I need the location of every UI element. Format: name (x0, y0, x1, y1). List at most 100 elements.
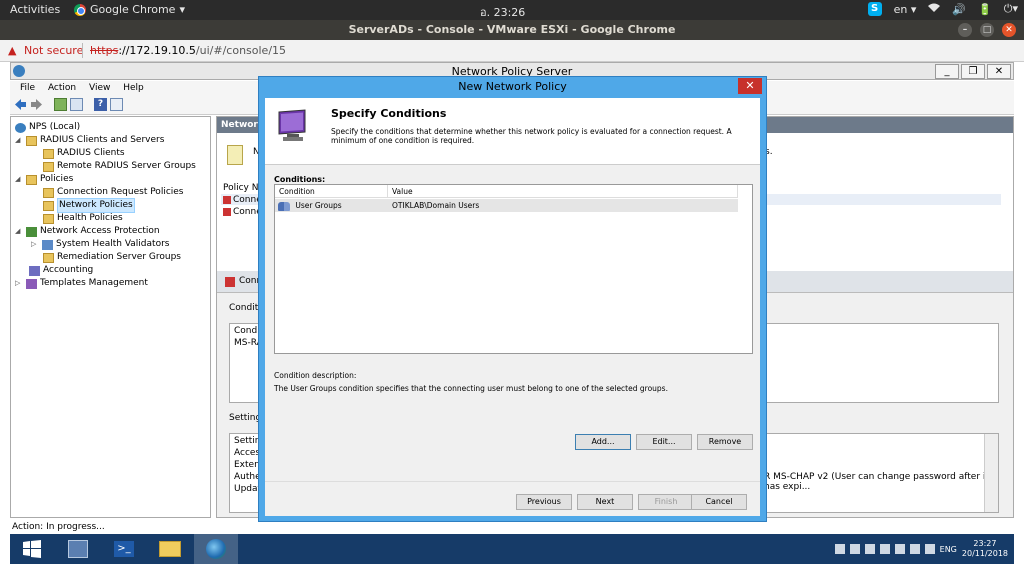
setting-row[interactable]: Updat (234, 484, 261, 494)
dialog-title: New Network Policy (458, 80, 567, 93)
powershell-button[interactable]: >_ (102, 534, 146, 564)
url-text[interactable]: https://172.19.10.5/ui/#/console/15 (90, 44, 286, 57)
expanded-arrow-icon[interactable]: ◢ (15, 173, 23, 186)
file-explorer-button[interactable] (148, 534, 192, 564)
sound-icon[interactable]: 🔊 (952, 3, 966, 16)
skype-icon[interactable]: S (867, 2, 882, 16)
speaker-icon[interactable] (924, 544, 935, 554)
nps-close-button[interactable]: ✕ (987, 64, 1011, 79)
tree-item-label: Policies (40, 174, 74, 184)
cancel-button[interactable]: Cancel (691, 494, 747, 510)
forward-icon[interactable] (30, 98, 43, 111)
start-button[interactable] (10, 534, 54, 564)
language-indicator[interactable]: ENG (940, 545, 957, 554)
activities-button[interactable]: Activities (10, 3, 60, 16)
vm-console[interactable]: Network Policy Server _ ❐ ✕ File Action … (0, 62, 1024, 576)
nps-maximize-button[interactable]: ❐ (961, 64, 985, 79)
network-warning-icon[interactable] (834, 544, 845, 554)
powershell-icon: >_ (114, 541, 134, 557)
tree-item-label: System Health Validators (56, 239, 170, 249)
column-header-condition[interactable]: Condition (275, 185, 388, 198)
wizard-page-description: Specify the conditions that determine wh… (331, 127, 732, 145)
not-secure-label[interactable]: Not secure (24, 44, 83, 57)
tray-app-icon[interactable] (864, 544, 875, 554)
up-level-icon[interactable] (54, 98, 67, 111)
dialog-close-button[interactable]: ✕ (738, 78, 762, 94)
app-menu[interactable]: Google Chrome ▾ (74, 3, 185, 16)
authentication-value: R MS-CHAP v2 (User can change password a… (764, 472, 989, 492)
wifi-icon[interactable] (928, 3, 941, 16)
server-manager-button[interactable] (56, 534, 100, 564)
finish-button[interactable]: Finish (638, 494, 694, 510)
tree-item-remote-radius-server-groups[interactable]: Remote RADIUS Server Groups (43, 160, 196, 173)
taskbar-time: 23:27 (973, 539, 997, 548)
status-bar: Action: In progress... (12, 522, 105, 532)
templates-icon (26, 278, 37, 289)
next-button[interactable]: Next (577, 494, 633, 510)
windows-logo-icon (23, 540, 41, 558)
nps-app-icon[interactable] (13, 65, 25, 77)
help-icon[interactable]: ? (94, 98, 107, 111)
browser-window-title: ServerADs - Console - VMware ESXi - Goog… (348, 23, 676, 36)
tree-item-health-policies[interactable]: Health Policies (43, 212, 123, 225)
browser-title-bar: ServerADs - Console - VMware ESXi - Goog… (0, 20, 1024, 40)
tree-item-templates-management[interactable]: ▷ Templates Management (15, 277, 148, 290)
previous-button[interactable]: Previous (516, 494, 572, 510)
tray-app-icon[interactable] (909, 544, 920, 554)
tree-item-remediation-server-groups[interactable]: Remediation Server Groups (43, 251, 181, 264)
close-button[interactable]: ✕ (1002, 23, 1016, 37)
tree-item-network-policies[interactable]: Network Policies (43, 198, 135, 213)
battery-icon[interactable]: 🔋 (978, 3, 992, 16)
tree-item-policies[interactable]: ◢ Policies (15, 173, 73, 186)
expanded-arrow-icon[interactable]: ◢ (15, 225, 23, 238)
properties-icon[interactable] (110, 98, 123, 111)
tray-app-icon[interactable] (879, 544, 890, 554)
menu-view[interactable]: View (89, 81, 110, 95)
top-clock[interactable]: อ. 23:26 (480, 3, 525, 21)
settings-scrollbar[interactable] (984, 434, 998, 512)
add-button[interactable]: Add... (575, 434, 631, 450)
remove-button[interactable]: Remove (697, 434, 753, 450)
collapsed-arrow-icon[interactable]: ▷ (31, 238, 39, 251)
accounting-icon (29, 265, 40, 276)
warning-icon[interactable]: ▲ (8, 44, 16, 57)
folder-icon (43, 187, 54, 198)
tree-item-system-health-validators[interactable]: ▷ System Health Validators (31, 238, 169, 251)
setting-row[interactable]: Acces (234, 448, 260, 458)
show-hide-tree-icon[interactable] (70, 98, 83, 111)
minimize-button[interactable]: – (958, 23, 972, 37)
address-bar[interactable]: ▲ Not secure https://172.19.10.5/ui/#/co… (0, 40, 1024, 62)
folder-icon (43, 161, 54, 172)
condition-description-label: Condition description: (274, 371, 357, 380)
table-row[interactable]: User Groups OTIKLAB\Domain Users (275, 199, 738, 212)
language-indicator[interactable]: en ▾ (894, 3, 917, 16)
tray-app-icon[interactable] (849, 544, 860, 554)
document-icon (227, 145, 243, 165)
language-label: en (893, 2, 908, 16)
menu-help[interactable]: Help (123, 81, 144, 95)
tray-app-icon[interactable] (894, 544, 905, 554)
tree-item-accounting[interactable]: Accounting (29, 264, 93, 277)
edit-button[interactable]: Edit... (636, 434, 692, 450)
collapsed-arrow-icon[interactable]: ▷ (15, 277, 23, 290)
power-menu[interactable]: ⏻▾ (1004, 2, 1018, 16)
column-header-value[interactable]: Value (388, 185, 738, 198)
tree-item-network-access-protection[interactable]: ◢ Network Access Protection (15, 225, 160, 238)
taskbar-clock[interactable]: 23:27 20/11/2018 (962, 539, 1008, 559)
menu-action[interactable]: Action (48, 81, 76, 95)
expanded-arrow-icon[interactable]: ◢ (15, 134, 23, 147)
nps-minimize-button[interactable]: _ (935, 64, 959, 79)
folder-icon (26, 135, 37, 146)
system-tray: ENG 23:27 20/11/2018 (834, 534, 1008, 564)
tree-item-nps-local[interactable]: NPS (Local) (15, 121, 80, 134)
tree-item-label: Health Policies (57, 213, 123, 223)
tree-item-radius-clients-and-servers[interactable]: ◢ RADIUS Clients and Servers (15, 134, 164, 147)
menu-file[interactable]: File (20, 81, 35, 95)
tree-item-label: Remediation Server Groups (57, 252, 181, 262)
tree-item-radius-clients[interactable]: RADIUS Clients (43, 147, 125, 160)
nps-taskbar-button[interactable] (194, 534, 238, 564)
conditions-list[interactable]: Condition Value User Groups OTIKLAB\Doma… (274, 184, 753, 354)
taskbar-date: 20/11/2018 (961, 549, 1008, 558)
back-icon[interactable] (14, 98, 27, 111)
maximize-button[interactable]: □ (980, 23, 994, 37)
